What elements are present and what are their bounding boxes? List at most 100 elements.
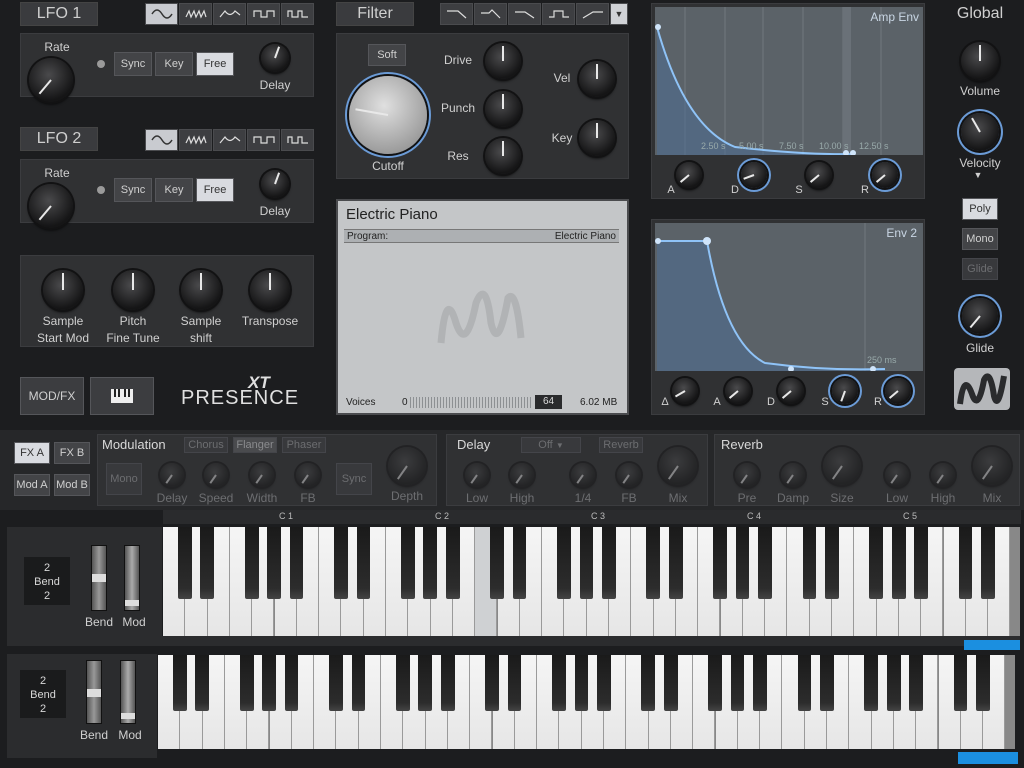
black-key[interactable] <box>579 527 594 599</box>
black-key[interactable] <box>914 527 928 599</box>
black-key[interactable] <box>663 655 678 711</box>
fx-b-button[interactable]: FX B <box>54 442 90 464</box>
delay-reverb-button[interactable]: Reverb <box>599 437 643 453</box>
lfo1-rate-knob[interactable] <box>29 58 73 102</box>
lfo1-wave-noise[interactable] <box>179 3 212 25</box>
black-key[interactable] <box>824 527 839 599</box>
black-key[interactable] <box>596 655 611 711</box>
lfo2-delay-knob[interactable] <box>261 170 289 198</box>
piano-keyboard-2[interactable] <box>158 655 1015 749</box>
black-key[interactable] <box>356 527 371 599</box>
poly-button[interactable]: Poly <box>962 198 998 220</box>
black-key[interactable] <box>485 655 500 711</box>
program-row[interactable]: Program: Electric Piano <box>344 229 619 243</box>
black-key[interactable] <box>173 655 187 711</box>
reverb-low-knob[interactable] <box>885 463 909 487</box>
reverb-size-knob[interactable] <box>823 447 861 485</box>
filter-dropdown-button[interactable]: ▼ <box>610 3 628 25</box>
mod-fb-knob[interactable] <box>296 463 320 487</box>
mod-fx-button[interactable]: MOD/FX <box>20 377 84 415</box>
black-key[interactable] <box>574 655 589 711</box>
black-key[interactable] <box>886 655 901 711</box>
black-key[interactable] <box>262 655 277 711</box>
env2-attack-knob[interactable] <box>725 378 751 404</box>
black-key[interactable] <box>601 527 616 599</box>
lfo1-wave-triangle[interactable] <box>213 3 246 25</box>
black-key[interactable] <box>557 527 572 599</box>
delay-mode-select[interactable]: Off ▼ <box>521 437 581 453</box>
mod-depth-knob[interactable] <box>388 447 426 485</box>
lfo1-key-button[interactable]: Key <box>155 52 193 76</box>
filter-soft-button[interactable]: Soft <box>368 44 406 66</box>
black-key[interactable] <box>980 527 995 599</box>
mod-speed-knob[interactable] <box>204 463 228 487</box>
black-key[interactable] <box>396 655 410 711</box>
black-key[interactable] <box>200 527 215 599</box>
delay-high-knob[interactable] <box>510 463 534 487</box>
voices-value[interactable]: 64 <box>535 395 562 409</box>
reverb-mix-knob[interactable] <box>973 447 1011 485</box>
black-key[interactable] <box>507 655 522 711</box>
black-key[interactable] <box>646 527 661 599</box>
black-key[interactable] <box>668 527 683 599</box>
filter-key-knob[interactable] <box>579 120 615 156</box>
black-key[interactable] <box>401 527 415 599</box>
delay-mix-knob[interactable] <box>659 447 697 485</box>
delay-low-knob[interactable] <box>465 463 489 487</box>
black-key[interactable] <box>819 655 834 711</box>
black-key[interactable] <box>334 527 349 599</box>
black-key[interactable] <box>195 655 210 711</box>
mod-wheel[interactable] <box>124 545 140 611</box>
lfo2-free-button[interactable]: Free <box>196 178 234 202</box>
black-key[interactable] <box>975 655 990 711</box>
lfo2-wave-pulse[interactable] <box>281 129 314 151</box>
lfo2-sync-button[interactable]: Sync <box>114 178 152 202</box>
lfo2-wave-sine[interactable] <box>145 129 178 151</box>
env2-decay-knob[interactable] <box>778 378 804 404</box>
black-key[interactable] <box>797 655 812 711</box>
black-key[interactable] <box>178 527 192 599</box>
lfo1-wave-sine[interactable] <box>145 3 178 25</box>
transpose-knob[interactable] <box>250 270 290 310</box>
filter-notch[interactable] <box>542 3 575 25</box>
black-key[interactable] <box>423 527 438 599</box>
black-key[interactable] <box>240 655 254 711</box>
pitch-fine-tune-knob[interactable] <box>113 270 153 310</box>
fx-a-button[interactable]: FX A <box>14 442 50 464</box>
lfo2-key-button[interactable]: Key <box>155 178 193 202</box>
black-key[interactable] <box>284 655 299 711</box>
sample-shift-knob[interactable] <box>181 270 221 310</box>
black-key[interactable] <box>864 655 879 711</box>
phaser-button[interactable]: Phaser <box>282 437 326 453</box>
mod-wheel-2[interactable] <box>120 660 136 724</box>
amp-attack-knob[interactable] <box>676 162 702 188</box>
filter-res-knob[interactable] <box>485 138 521 174</box>
reverb-high-knob[interactable] <box>931 463 955 487</box>
env2-sustain-knob[interactable] <box>832 378 858 404</box>
black-key[interactable] <box>445 527 460 599</box>
black-key[interactable] <box>953 655 968 711</box>
bend-range-display-2[interactable]: 2 Bend 2 <box>20 670 66 718</box>
lfo2-rate-knob[interactable] <box>29 184 73 228</box>
black-key[interactable] <box>757 527 772 599</box>
black-key[interactable] <box>245 527 259 599</box>
lfo1-sync-button[interactable]: Sync <box>114 52 152 76</box>
velocity-knob[interactable] <box>961 113 999 151</box>
black-key[interactable] <box>289 527 304 599</box>
black-key[interactable] <box>440 655 455 711</box>
black-key[interactable] <box>958 527 973 599</box>
mod-width-knob[interactable] <box>250 463 274 487</box>
filter-bandpass[interactable] <box>508 3 541 25</box>
glide-knob[interactable] <box>962 298 998 334</box>
chorus-button[interactable]: Chorus <box>184 437 228 453</box>
env2-release-knob[interactable] <box>885 378 911 404</box>
lfo1-delay-knob[interactable] <box>261 44 289 72</box>
amp-env-graph[interactable]: 2.50 s 5.00 s 7.50 s 10.00 s 12.50 s Amp… <box>655 7 923 155</box>
filter-drive-knob[interactable] <box>485 43 521 79</box>
glide-toggle-button[interactable]: Glide <box>962 258 998 280</box>
black-key[interactable] <box>730 655 745 711</box>
lfo2-wave-noise[interactable] <box>179 129 212 151</box>
delay-time-knob[interactable] <box>571 463 595 487</box>
lfo2-wave-triangle[interactable] <box>213 129 246 151</box>
delay-fb-knob[interactable] <box>617 463 641 487</box>
